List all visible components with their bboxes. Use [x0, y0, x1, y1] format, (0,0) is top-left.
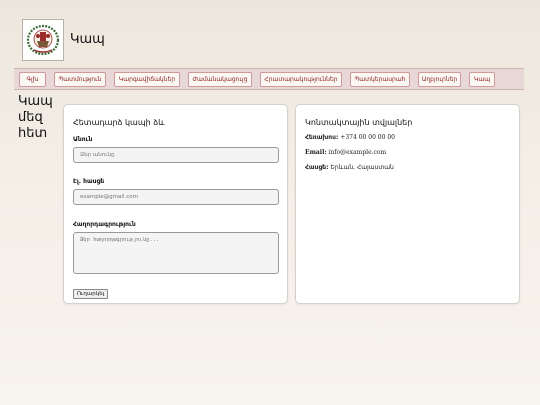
contact-title: Կոնտակտային տվյալներ: [305, 118, 413, 127]
page-title-line: հետ: [18, 126, 48, 141]
site-logo[interactable]: [22, 19, 64, 61]
message-textarea[interactable]: [73, 232, 279, 274]
email-input[interactable]: [73, 189, 279, 205]
nav-item-statuses[interactable]: Կարգավիճակներ: [114, 72, 180, 87]
address-value: Երևան, Հայաստան: [330, 164, 394, 171]
message-label: Հաղորդագրություն: [73, 221, 136, 228]
address-label: Հասցե:: [305, 164, 329, 171]
form-title: Հետադարձ կապի ձև: [73, 118, 165, 127]
email-line: Email: info@example.com: [305, 149, 386, 156]
nav-item-timeline[interactable]: Ժամանակացույց: [188, 72, 252, 87]
site-title: Կապ: [70, 32, 105, 47]
nav-item-history[interactable]: Պատմություն: [54, 72, 106, 87]
email-info-label: Email:: [305, 149, 327, 156]
feedback-form-card: Հետադարձ կապի ձև Անուն Էլ. հասցե Հաղորդա…: [63, 104, 288, 304]
emblem-icon: [26, 24, 60, 56]
main-nav: Գլխ Պատմություն Կարգավիճակներ Ժամանակացո…: [14, 68, 524, 90]
page-title: Կապ մեզ հետ: [18, 94, 58, 142]
page-title-line: մեզ: [18, 110, 43, 125]
name-label: Անուն: [73, 136, 93, 143]
page-title-line: Կապ: [18, 94, 53, 109]
email-value: info@example.com: [328, 149, 387, 156]
nav-item-gallery[interactable]: Պատկերասրահ: [350, 72, 410, 87]
submit-button[interactable]: Ուղարկել: [73, 289, 109, 299]
nav-item-publications[interactable]: Հրատարակություններ: [260, 72, 342, 87]
contact-info-card: Կոնտակտային տվյալներ Հեռախոս: +374 00 00…: [295, 104, 520, 304]
phone-line: Հեռախոս: +374 00 00 00 00: [305, 134, 395, 141]
phone-value: +374 00 00 00 00: [340, 134, 395, 141]
nav-item-sources[interactable]: Աղբյուրներ: [418, 72, 461, 87]
phone-label: Հեռախոս:: [305, 134, 339, 141]
name-input[interactable]: [73, 147, 279, 163]
header: Կապ: [0, 0, 540, 68]
nav-item-contact[interactable]: Կապ: [469, 72, 495, 87]
nav-item-home[interactable]: Գլխ: [19, 72, 46, 87]
address-line: Հասցե: Երևան, Հայաստան: [305, 164, 394, 171]
email-label: Էլ. հասցե: [73, 178, 105, 185]
